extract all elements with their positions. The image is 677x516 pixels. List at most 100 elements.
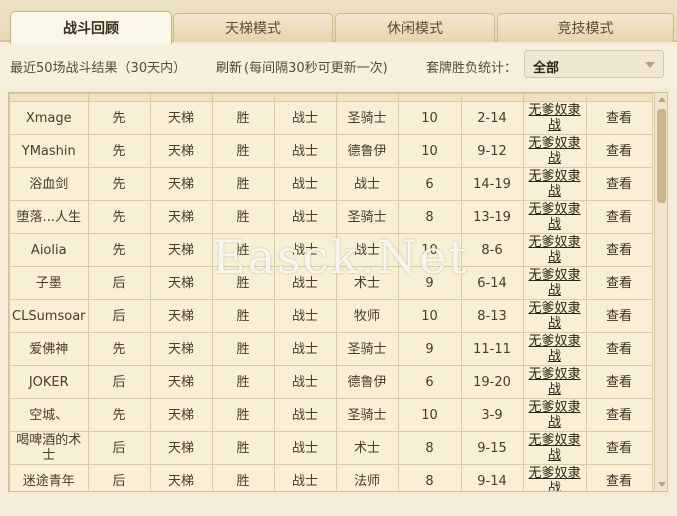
result-cell: 胜 (211, 167, 275, 201)
deck-name-link[interactable]: 无爹奴隶战 (522, 464, 587, 491)
bottom-strip (0, 494, 677, 516)
result-cell: 胜 (211, 233, 275, 267)
deck-stats-select[interactable]: 全部 (524, 50, 664, 78)
scroll-down-icon[interactable] (658, 482, 666, 487)
player-name-cell: 迷途青年 (9, 464, 89, 491)
turns-cell: 10 (397, 398, 462, 432)
player-class-cell: 战士 (273, 134, 337, 168)
table-row: Aiolia 先天梯胜战士 战士 10 8-6 无爹奴隶战 查看 (9, 233, 653, 267)
deck-name-link[interactable]: 无爹奴隶战 (522, 398, 587, 432)
table-row: 空城、先天梯胜战士 圣骑士 10 3-9 无爹奴隶战 查看 (9, 398, 653, 432)
player-name-cell: 喝啤酒的术士 (9, 431, 89, 465)
turn-order-cell: 先 (87, 398, 151, 432)
score-cell: 9-12 (460, 134, 524, 168)
turns-cell: 8 (397, 464, 462, 491)
refresh-note: (每间隔30秒可更新一次) (244, 61, 388, 76)
opponent-class-cell: 法师 (335, 464, 399, 491)
table-row: CLSumsoar 后天梯胜战士 牧师 10 8-13 无爹奴隶战 查看 (9, 299, 653, 333)
view-button[interactable]: 查看 (585, 134, 653, 168)
player-name-cell: CLSumsoar (9, 299, 89, 333)
view-button[interactable]: 查看 (585, 464, 653, 491)
turns-cell: 10 (397, 233, 462, 267)
table-row: Xmage 先天梯胜战士 圣骑士 10 2-14 无爹奴隶战 查看 (9, 101, 653, 135)
turns-cell: 10 (397, 101, 462, 135)
score-cell: 6-14 (460, 266, 524, 300)
game-mode-cell: 天梯 (149, 266, 213, 300)
deck-name-link[interactable]: 无爹奴隶战 (522, 332, 587, 366)
view-button[interactable]: 查看 (585, 332, 653, 366)
tab-bar: 战斗回顾 天梯模式 休闲模式 竞技模式 (0, 0, 677, 44)
deck-name-link[interactable]: 无爹奴隶战 (522, 101, 587, 135)
game-mode-cell: 天梯 (149, 101, 213, 135)
player-class-cell: 战士 (273, 101, 337, 135)
turn-order-cell: 先 (87, 200, 151, 234)
deck-stats-label: 套牌胜负统计： (426, 61, 518, 76)
view-button[interactable]: 查看 (585, 101, 653, 135)
deck-name-link[interactable]: 无爹奴隶战 (522, 200, 587, 234)
view-button[interactable]: 查看 (585, 266, 653, 300)
opponent-class-cell: 术士 (335, 266, 399, 300)
view-button[interactable]: 查看 (585, 365, 653, 399)
result-cell: 胜 (211, 398, 275, 432)
tab-ladder-mode[interactable]: 天梯模式 (173, 13, 333, 42)
opponent-class-cell: 牧师 (335, 299, 399, 333)
game-mode-cell: 天梯 (149, 200, 213, 234)
deck-name-link[interactable]: 无爹奴隶战 (522, 431, 587, 465)
scroll-up-icon[interactable] (658, 97, 666, 102)
table-row: 迷途青年后天梯胜战士 法师 8 9-14 无爹奴隶战 查看 (9, 464, 653, 491)
battle-table: Xmage 先天梯胜战士 圣骑士 10 2-14 无爹奴隶战 查看 YMashin 先天梯胜战士… (8, 92, 668, 492)
opponent-class-cell: 圣骑士 (335, 398, 399, 432)
player-class-cell: 战士 (273, 332, 337, 366)
turn-order-cell: 后 (87, 266, 151, 300)
deck-name-link[interactable]: 无爹奴隶战 (522, 365, 587, 399)
turn-order-cell: 后 (87, 431, 151, 465)
score-cell: 14-19 (460, 167, 524, 201)
player-name-cell: 堕落...人生 (9, 200, 89, 234)
game-mode-cell: 天梯 (149, 332, 213, 366)
game-mode-cell: 天梯 (149, 398, 213, 432)
filter-bar: 最近50场战斗结果（30天内） 刷新 (每间隔30秒可更新一次) 套牌胜负统计：… (0, 44, 677, 88)
view-button[interactable]: 查看 (585, 398, 653, 432)
player-name-cell: Aiolia (9, 233, 89, 267)
player-class-cell: 战士 (273, 365, 337, 399)
result-cell: 胜 (211, 332, 275, 366)
score-cell: 9-15 (460, 431, 524, 465)
view-button[interactable]: 查看 (585, 200, 653, 234)
player-name-cell: Xmage (9, 101, 89, 135)
player-name-cell: 浴血剑 (9, 167, 89, 201)
refresh-link[interactable]: 刷新 (216, 57, 242, 76)
player-class-cell: 战士 (273, 167, 337, 201)
deck-name-link[interactable]: 无爹奴隶战 (522, 266, 587, 300)
table-row: 堕落...人生先天梯胜战士 圣骑士 8 13-19 无爹奴隶战 查看 (9, 200, 653, 234)
turns-cell: 10 (397, 134, 462, 168)
score-cell: 9-14 (460, 464, 524, 491)
table-row: 浴血剑先天梯胜战士 战士 6 14-19 无爹奴隶战 查看 (9, 167, 653, 201)
deck-name-link[interactable]: 无爹奴隶战 (522, 233, 587, 267)
table-scrollbar[interactable] (654, 93, 667, 491)
result-cell: 胜 (211, 200, 275, 234)
view-button[interactable]: 查看 (585, 233, 653, 267)
view-button[interactable]: 查看 (585, 431, 653, 465)
deck-name-link[interactable]: 无爹奴隶战 (522, 134, 587, 168)
recent-results-label: 最近50场战斗结果（30天内） (10, 61, 187, 76)
scrollbar-thumb[interactable] (657, 109, 666, 203)
view-button[interactable]: 查看 (585, 299, 653, 333)
tab-arena-mode[interactable]: 竞技模式 (497, 13, 674, 42)
game-mode-cell: 天梯 (149, 233, 213, 267)
player-name-cell: YMashin (9, 134, 89, 168)
view-button[interactable]: 查看 (585, 167, 653, 201)
score-cell: 3-9 (460, 398, 524, 432)
tab-casual-mode[interactable]: 休闲模式 (335, 13, 495, 42)
turn-order-cell: 先 (87, 134, 151, 168)
result-cell: 胜 (211, 365, 275, 399)
table-row: YMashin 先天梯胜战士 德鲁伊 10 9-12 无爹奴隶战 查看 (9, 134, 653, 168)
tab-battle-review[interactable]: 战斗回顾 (10, 11, 172, 44)
deck-name-link[interactable]: 无爹奴隶战 (522, 167, 587, 201)
turn-order-cell: 先 (87, 332, 151, 366)
deck-name-link[interactable]: 无爹奴隶战 (522, 299, 587, 333)
result-cell: 胜 (211, 464, 275, 491)
table-row: 子墨后天梯胜战士 术士 9 6-14 无爹奴隶战 查看 (9, 266, 653, 300)
player-class-cell: 战士 (273, 233, 337, 267)
game-mode-cell: 天梯 (149, 167, 213, 201)
score-cell: 13-19 (460, 200, 524, 234)
